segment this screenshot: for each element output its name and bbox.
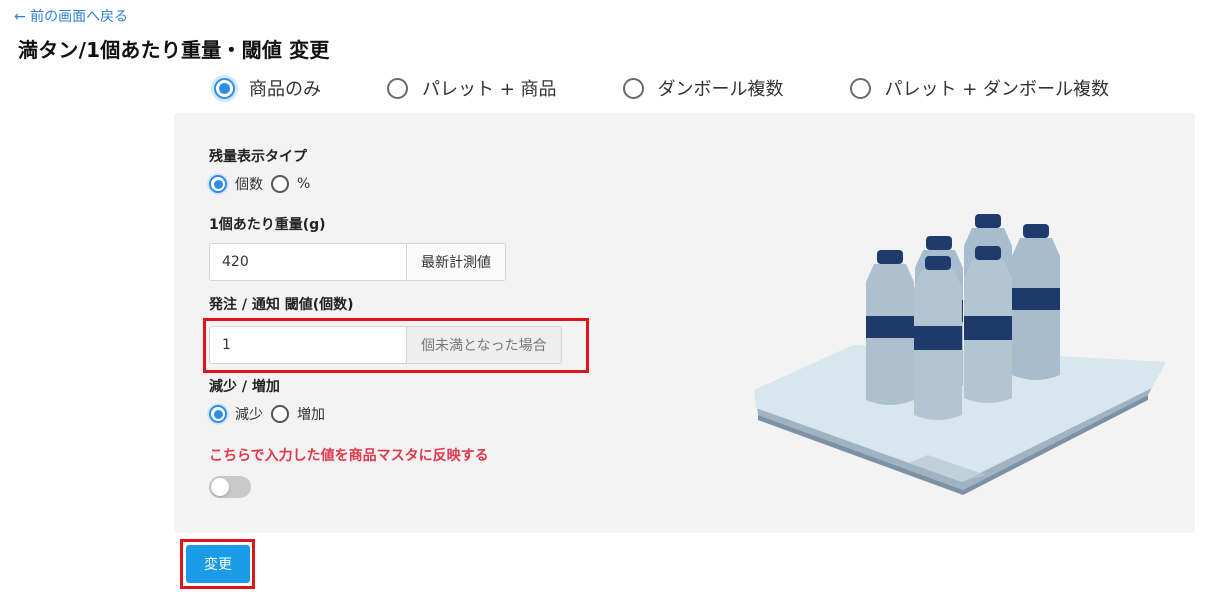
- unit-weight-label: 1個あたり重量(g): [209, 217, 326, 233]
- latest-measurement-button[interactable]: 最新計測値: [407, 243, 506, 281]
- page-title: 満タン/1個あたり重量・閾値 変更: [18, 38, 330, 62]
- radio-icon[interactable]: [209, 175, 227, 193]
- display-type-label: 残量表示タイプ: [209, 149, 307, 165]
- mode-selector: 商品のみ パレット + 商品 ダンボール複数 パレット + ダンボール複数: [214, 74, 1109, 102]
- direction-option-increase[interactable]: 増加: [271, 404, 325, 424]
- radio-icon[interactable]: [622, 77, 644, 99]
- mode-label: パレット + ダンボール複数: [884, 79, 1110, 100]
- direction-label: 減少 / 増加: [209, 379, 280, 395]
- toggle-knob: [211, 478, 229, 496]
- option-label: 個数: [235, 177, 263, 193]
- mode-option-multiple-boxes[interactable]: ダンボール複数: [622, 75, 784, 101]
- threshold-input-group: 個未満となった場合: [209, 326, 562, 364]
- display-type-radio-group: 個数 %: [209, 174, 318, 194]
- mode-option-pallet-product[interactable]: パレット + 商品: [387, 75, 557, 101]
- option-label: 増加: [297, 407, 325, 423]
- option-label: %: [297, 176, 311, 192]
- radio-icon[interactable]: [849, 77, 871, 99]
- mode-label: ダンボール複数: [657, 79, 784, 100]
- back-link-label[interactable]: ← 前の画面へ戻る: [14, 6, 128, 26]
- mode-label: 商品のみ: [249, 79, 321, 100]
- bottle-front-left: [914, 256, 962, 420]
- unit-weight-input[interactable]: [209, 243, 407, 281]
- bottle-far-left: [866, 250, 914, 405]
- submit-highlight: [180, 539, 255, 589]
- mode-option-product-only[interactable]: 商品のみ: [214, 75, 321, 101]
- threshold-input[interactable]: [209, 326, 407, 364]
- mode-option-pallet-multiple-boxes[interactable]: パレット + ダンボール複数: [849, 75, 1110, 101]
- bottle-back-right: [1012, 224, 1060, 380]
- radio-icon[interactable]: [387, 77, 408, 99]
- bottle-front-right: [964, 246, 1012, 403]
- scale-with-bottles-illustration: [754, 214, 1166, 495]
- radio-icon[interactable]: [209, 405, 227, 423]
- unit-weight-input-group: 最新計測値: [209, 243, 506, 281]
- option-label: 減少: [235, 407, 263, 423]
- sync-to-master-toggle[interactable]: [209, 476, 251, 498]
- sync-to-master-notice: こちらで入力した値を商品マスタに反映する: [209, 448, 489, 464]
- radio-icon[interactable]: [214, 77, 235, 99]
- radio-icon[interactable]: [271, 175, 289, 193]
- mode-label: パレット + 商品: [422, 79, 557, 100]
- direction-radio-group: 減少 増加: [209, 404, 333, 424]
- radio-icon[interactable]: [271, 405, 289, 423]
- display-type-option-percent[interactable]: %: [271, 175, 310, 193]
- display-type-option-count[interactable]: 個数: [209, 174, 263, 194]
- threshold-label: 発注 / 通知 閾値(個数): [209, 297, 354, 313]
- back-link[interactable]: ← 前の画面へ戻る: [14, 6, 128, 26]
- threshold-unit-suffix: 個未満となった場合: [407, 326, 562, 364]
- direction-option-decrease[interactable]: 減少: [209, 404, 263, 424]
